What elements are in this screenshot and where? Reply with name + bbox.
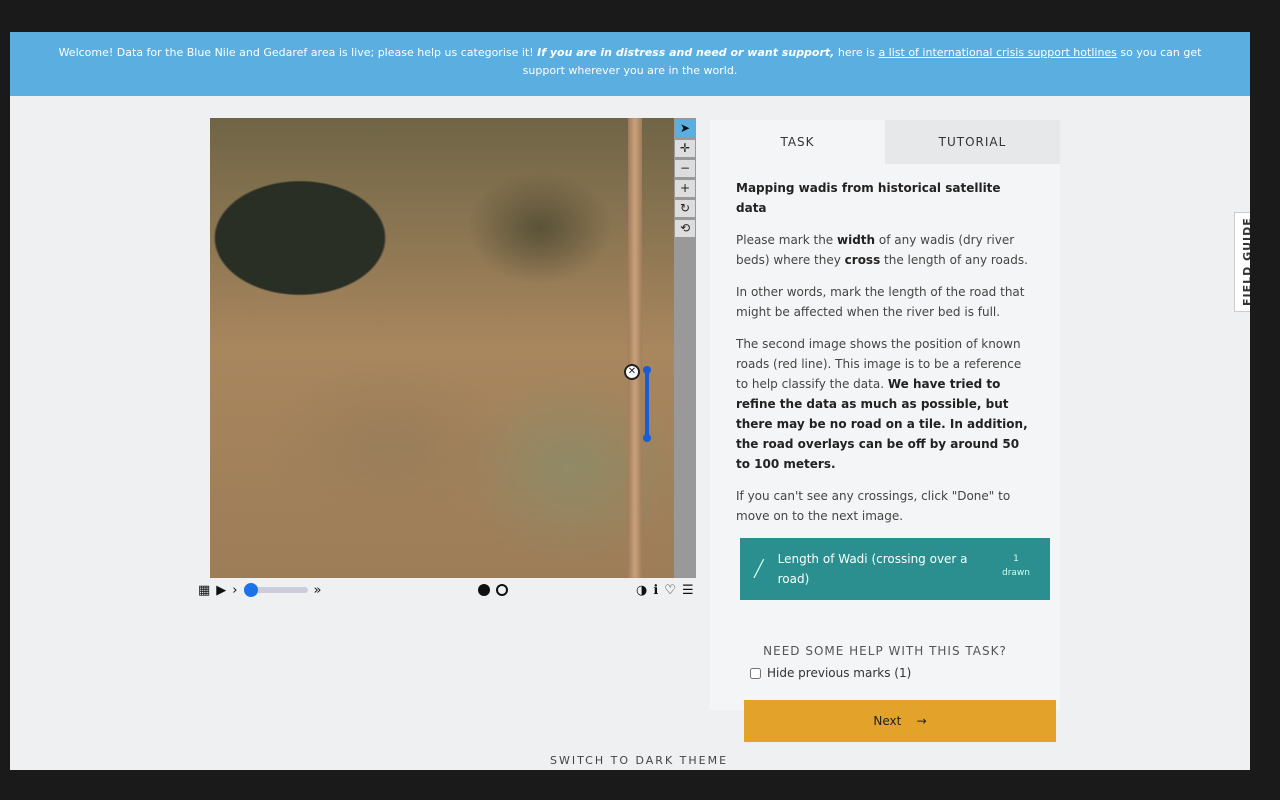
zoom-out-icon[interactable]: − bbox=[675, 160, 695, 177]
task-instruction-2: In other words, mark the length of the r… bbox=[736, 285, 1025, 319]
banner-text: Welcome! Data for the Blue Nile and Geda… bbox=[58, 46, 538, 59]
tab-task[interactable]: TASK bbox=[710, 120, 885, 164]
grid-icon[interactable]: ▦ bbox=[198, 583, 210, 598]
banner-text-2: here is bbox=[834, 46, 879, 59]
drawn-wadi-mark[interactable] bbox=[645, 370, 649, 438]
heart-icon[interactable]: ♡ bbox=[664, 583, 676, 598]
satellite-image[interactable]: ✕ bbox=[210, 118, 674, 578]
play-icon[interactable]: ▶ bbox=[216, 583, 226, 598]
task-content: Mapping wadis from historical satellite … bbox=[710, 164, 1060, 614]
task-instruction-1: Please mark the width of any wadis (dry … bbox=[736, 233, 1028, 267]
tab-tutorial[interactable]: TUTORIAL bbox=[885, 120, 1060, 164]
mark-start-handle[interactable] bbox=[643, 366, 651, 374]
slider-thumb[interactable] bbox=[243, 583, 258, 597]
fast-forward-icon[interactable]: » bbox=[314, 583, 322, 598]
list-icon[interactable]: ☰ bbox=[682, 583, 694, 598]
reset-icon[interactable]: ⟲ bbox=[675, 220, 695, 237]
field-guide-tab[interactable]: FIELD GUIDE bbox=[1234, 212, 1250, 312]
arrow-right-icon: → bbox=[916, 714, 927, 728]
move-icon[interactable]: ✛ bbox=[675, 140, 695, 157]
subject-viewer: ✕ ➤ ✛ − + ↻ ⟲ ▦ ▶ › » ◑ ℹ ♡ ☰ bbox=[198, 118, 700, 598]
playback-controls: ▦ ▶ › » bbox=[198, 580, 321, 600]
frame-slider[interactable] bbox=[243, 583, 308, 597]
screen: Welcome! Data for the Blue Nile and Geda… bbox=[10, 32, 1250, 770]
step-icon[interactable]: › bbox=[232, 583, 237, 598]
task-heading: Mapping wadis from historical satellite … bbox=[736, 181, 1001, 215]
frame-dots bbox=[478, 580, 508, 600]
task-panel: TASK TUTORIAL Mapping wadis from histori… bbox=[710, 120, 1060, 742]
road-strip bbox=[628, 118, 642, 578]
hotlines-link[interactable]: a list of international crisis support h… bbox=[878, 46, 1116, 59]
pointer-icon[interactable]: ➤ bbox=[675, 120, 695, 137]
info-icon[interactable]: ℹ bbox=[653, 583, 658, 598]
hide-marks-checkbox[interactable] bbox=[750, 667, 761, 679]
marks-drawn-count: 1 drawn bbox=[1002, 554, 1030, 578]
next-button[interactable]: Next → bbox=[744, 700, 1056, 742]
contrast-icon[interactable]: ◑ bbox=[636, 583, 647, 598]
frame-1-dot[interactable] bbox=[478, 584, 490, 596]
wadi-length-tool-button[interactable]: ╱ Length of Wadi (crossing over a road) … bbox=[740, 538, 1050, 600]
tool-label: Length of Wadi (crossing over a road) bbox=[777, 552, 968, 586]
image-toolbar: ➤ ✛ − + ↻ ⟲ bbox=[674, 118, 696, 578]
task-tabs: TASK TUTORIAL bbox=[710, 120, 1060, 164]
hide-marks-toggle[interactable]: Hide previous marks (1) bbox=[710, 666, 1060, 680]
delete-mark-icon[interactable]: ✕ bbox=[624, 364, 640, 380]
meta-controls: ◑ ℹ ♡ ☰ bbox=[636, 580, 694, 600]
rotate-icon[interactable]: ↻ bbox=[675, 200, 695, 217]
task-instruction-3: The second image shows the position of k… bbox=[736, 337, 1028, 471]
mark-end-handle[interactable] bbox=[643, 434, 651, 442]
announcement-banner: Welcome! Data for the Blue Nile and Geda… bbox=[10, 32, 1250, 96]
pencil-icon: ╱ bbox=[754, 559, 764, 578]
banner-distress: If you are in distress and need or want … bbox=[537, 46, 835, 59]
hide-marks-label: Hide previous marks (1) bbox=[767, 666, 912, 680]
frame-2-dot[interactable] bbox=[496, 584, 508, 596]
help-link[interactable]: NEED SOME HELP WITH THIS TASK? bbox=[710, 644, 1060, 658]
dark-theme-toggle[interactable]: SWITCH TO DARK THEME bbox=[550, 754, 728, 767]
task-instruction-4: If you can't see any crossings, click "D… bbox=[736, 489, 1011, 523]
zoom-in-icon[interactable]: + bbox=[675, 180, 695, 197]
